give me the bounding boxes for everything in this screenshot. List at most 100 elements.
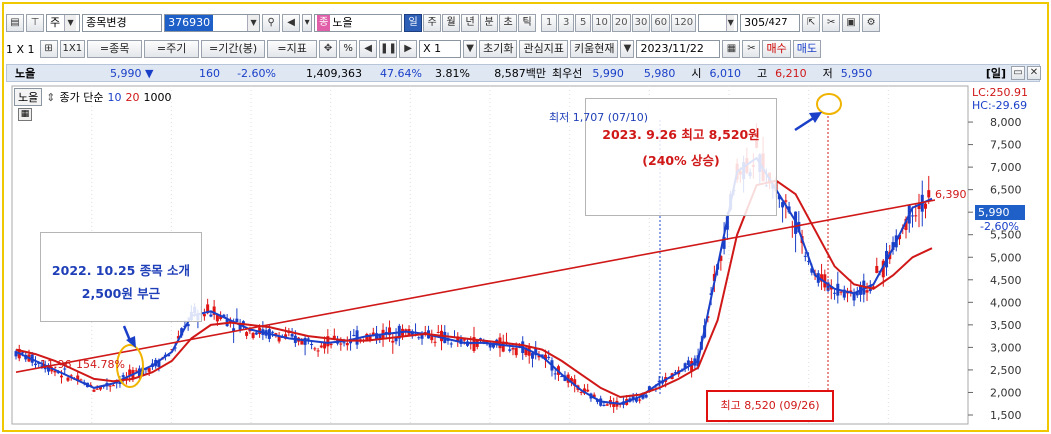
candle-body [121, 375, 125, 378]
candle-body [530, 352, 534, 359]
candle-body [839, 291, 843, 293]
candle-body [329, 343, 333, 346]
candle-body [586, 389, 590, 392]
candle-body [95, 388, 99, 390]
annotation-peak-line1: 2023. 9.26 최고 8,520원 [602, 127, 760, 142]
candle-body [245, 332, 249, 336]
candle-body [303, 338, 307, 345]
candle-body [875, 265, 879, 273]
arrow-head-icon [809, 112, 822, 123]
candle-body [508, 349, 512, 351]
candle-body [108, 385, 112, 387]
y-tick-label: 2,500 [990, 364, 1022, 377]
candle-body [339, 343, 343, 345]
candle-body [290, 334, 294, 337]
candle-body [514, 348, 518, 356]
candle-body [784, 200, 788, 202]
candle-body [686, 360, 690, 366]
candle-body [865, 290, 869, 293]
current-price-tag: 5,990 [975, 205, 1025, 220]
arrow-line [794, 115, 816, 132]
candle-body [251, 332, 255, 338]
price-chart[interactable]: 8,0007,5007,0006,5006,0005,5005,0004,500… [0, 0, 1051, 434]
annotation-max: 최고 8,520 (09/26) [706, 390, 834, 422]
annotation-intro-line2: 2,500원 부근 [81, 286, 161, 301]
current-price-pct: -2.60% [980, 220, 1019, 233]
legend-ma-10: 10 [107, 90, 122, 104]
candle-body [449, 343, 453, 345]
candle-body [852, 293, 856, 301]
candle-body [319, 345, 323, 348]
candle-body [547, 356, 551, 359]
candle-body [579, 391, 583, 393]
candle-body [602, 404, 606, 406]
candle-body [310, 343, 314, 345]
candle-body [147, 368, 151, 372]
candle-body [371, 332, 375, 335]
candle-body [306, 338, 310, 340]
candle-body [111, 385, 115, 387]
y-tick-label: 3,000 [990, 341, 1022, 354]
candle-body [235, 318, 239, 323]
candle-body [553, 373, 557, 375]
y-tick-label: 6,500 [990, 184, 1022, 197]
trend-high-label: 6,390 [935, 188, 967, 201]
candle-body [209, 314, 213, 317]
candle-body [134, 370, 138, 372]
candle-body [833, 292, 837, 294]
candle-body [433, 341, 437, 343]
y-tick-label: 4,000 [990, 296, 1022, 309]
candle-body [215, 314, 219, 322]
candle-body [511, 348, 515, 350]
y-tick-label: 5,000 [990, 251, 1022, 264]
y-tick-label: 3,500 [990, 319, 1022, 332]
annotation-low: 최저 1,707 (07/10) [549, 111, 649, 124]
candle-body [914, 215, 918, 217]
candle-body [605, 404, 609, 406]
legend-ma-1000: 1000 [143, 90, 172, 104]
annotation-peak-line2: (240% 상승) [642, 153, 720, 168]
candle-body [59, 375, 63, 378]
legend-desc: 종가 단순 [59, 91, 104, 104]
legend-line-icon: ⇕ [46, 90, 56, 104]
candle-body [66, 377, 70, 381]
candle-body [345, 343, 349, 346]
hc-label: HC:-29.69 [972, 99, 1028, 112]
candle-body [417, 337, 421, 339]
candle-body [462, 339, 466, 341]
legend-stock-name[interactable]: 노을 [14, 88, 43, 106]
trend-left-pct: 154.78% [76, 358, 125, 371]
annotation-intro-line1: 2022. 10.25 종목 소개 [51, 263, 191, 278]
candle-body [391, 340, 395, 343]
legend-ma-20: 20 [125, 90, 140, 104]
annotation-intro: 2022. 10.25 종목 소개 2,500원 부근 [40, 232, 202, 322]
candle-body [342, 342, 346, 344]
candle-body [202, 314, 206, 317]
candle-body [638, 399, 642, 401]
candle-body [313, 348, 317, 350]
table-icon[interactable]: ▦ [18, 108, 32, 121]
candle-body [924, 203, 928, 209]
candle-body [92, 389, 96, 392]
y-tick-label: 8,000 [990, 116, 1022, 129]
y-tick-label: 2,000 [990, 386, 1022, 399]
candle-body [911, 215, 915, 217]
y-tick-label: 7,000 [990, 161, 1022, 174]
candle-body [644, 394, 648, 398]
y-tick-label: 4,500 [990, 274, 1022, 287]
candle-body [316, 350, 320, 352]
candle-body [20, 352, 24, 354]
candle-body [33, 363, 37, 366]
chart-legend: 노을 ⇕ 종가 단순 10 20 1000 [14, 88, 171, 106]
candle-body [254, 332, 258, 335]
trend-left-value: 11.96 [40, 358, 72, 371]
candle-body [271, 331, 275, 333]
lc-label: LC:250.91 [972, 86, 1029, 99]
y-tick-label: 7,500 [990, 139, 1022, 152]
candle-body [927, 190, 931, 198]
highlight-ellipse [816, 93, 842, 115]
candle-body [803, 255, 807, 257]
candle-body [352, 334, 356, 336]
candle-body [436, 331, 440, 333]
y-tick-label: 1,500 [990, 409, 1022, 422]
